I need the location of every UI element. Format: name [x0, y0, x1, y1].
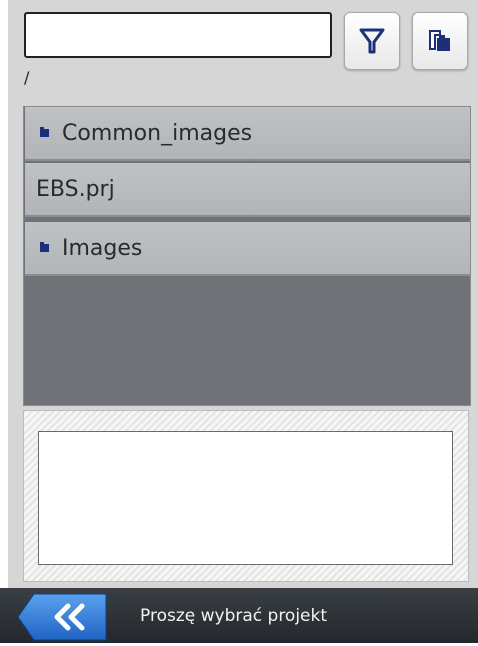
paste-button[interactable]: [412, 12, 468, 70]
back-button[interactable]: [16, 592, 108, 642]
file-list: Common_images EBS.prj Images: [23, 106, 471, 406]
preview-area: [23, 410, 469, 582]
list-item-ebs-prj[interactable]: EBS.prj: [25, 163, 470, 217]
list-item-label: Images: [62, 235, 143, 261]
list-item-images[interactable]: Images: [25, 222, 470, 276]
search-input[interactable]: [24, 12, 332, 58]
list-item-label: EBS.prj: [36, 176, 115, 202]
list-item-label: Common_images: [62, 120, 253, 146]
preview-box: [38, 431, 453, 565]
paste-icon: [429, 30, 450, 51]
double-chevron-left-icon: [17, 593, 107, 641]
filter-button[interactable]: [344, 12, 400, 70]
folder-icon: [40, 242, 49, 252]
list-item-common-images[interactable]: Common_images: [25, 107, 470, 161]
current-path: /: [24, 68, 30, 87]
status-text: Proszę wybrać projekt: [140, 606, 328, 626]
folder-icon: [40, 127, 49, 137]
filter-icon: [359, 28, 385, 54]
